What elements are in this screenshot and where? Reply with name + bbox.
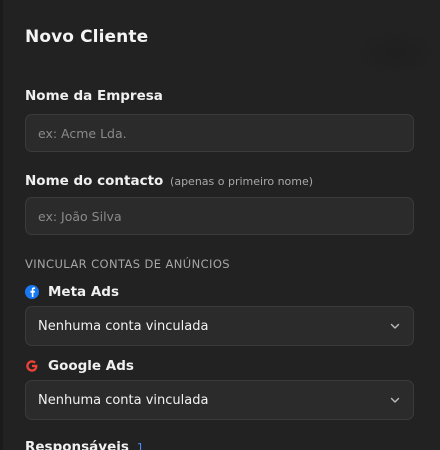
contact-name-input[interactable]: [25, 197, 414, 235]
responsibles-label: Responsáveis: [25, 439, 129, 450]
chevron-down-icon: [390, 323, 400, 329]
company-name-label: Nome da Empresa: [25, 88, 163, 104]
ad-accounts-heading: VINCULAR CONTAS DE ANÚNCIOS: [25, 257, 230, 271]
decorative-shadow: [350, 28, 440, 78]
meta-ads-label-row: Meta Ads: [25, 284, 119, 300]
google-ads-label: Google Ads: [48, 358, 134, 374]
modal-title: Novo Cliente: [25, 27, 149, 47]
contact-name-label: Nome do contacto (apenas o primeiro nome…: [25, 173, 313, 189]
new-client-modal: Novo Cliente Nome da Empresa Nome do con…: [3, 0, 440, 450]
meta-icon: [25, 285, 39, 299]
meta-ads-selected-value: Nenhuma conta vinculada: [38, 318, 209, 334]
meta-ads-account-select[interactable]: Nenhuma conta vinculada: [25, 306, 414, 346]
google-ads-account-select[interactable]: Nenhuma conta vinculada: [25, 380, 414, 420]
google-g-icon: [25, 359, 39, 373]
contact-name-label-text: Nome do contacto: [25, 173, 164, 189]
google-ads-selected-value: Nenhuma conta vinculada: [38, 392, 209, 408]
contact-name-hint: (apenas o primeiro nome): [170, 175, 314, 188]
google-ads-label-row: Google Ads: [25, 358, 134, 374]
responsibles-count: 1: [136, 441, 144, 450]
chevron-down-icon: [390, 397, 400, 403]
company-name-input[interactable]: [25, 114, 414, 152]
meta-ads-label: Meta Ads: [48, 284, 120, 300]
responsibles-label-row: Responsáveis 1: [25, 439, 144, 450]
